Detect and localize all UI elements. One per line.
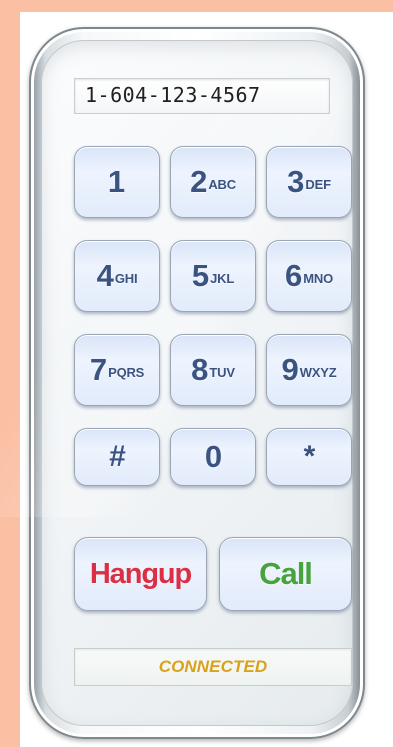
phone-display: 1-604-123-4567 bbox=[74, 78, 330, 114]
key-2[interactable]: 2 ABC bbox=[170, 146, 256, 218]
key-digit: 4 bbox=[96, 258, 114, 293]
key-letters: JKL bbox=[210, 271, 235, 286]
key-letters: PQRS bbox=[108, 365, 145, 380]
key-digit: 7 bbox=[89, 352, 107, 387]
key-4[interactable]: 4 GHI bbox=[74, 240, 160, 312]
key-8[interactable]: 8 TUV bbox=[170, 334, 256, 406]
key-star[interactable]: * bbox=[266, 428, 352, 486]
key-letters: TUV bbox=[209, 365, 235, 380]
hangup-button[interactable]: Hangup bbox=[74, 537, 207, 611]
key-digit: 5 bbox=[191, 258, 209, 293]
hangup-label: Hangup bbox=[89, 557, 192, 590]
key-digit: 2 bbox=[190, 164, 207, 199]
call-button[interactable]: Call bbox=[219, 537, 352, 611]
key-hash[interactable]: # bbox=[74, 428, 160, 486]
key-letters: ABC bbox=[208, 177, 236, 192]
key-7[interactable]: 7 PQRS bbox=[74, 334, 160, 406]
key-letters: DEF bbox=[305, 177, 331, 192]
key-1[interactable]: 1 bbox=[74, 146, 160, 218]
call-label: Call bbox=[259, 556, 313, 591]
key-digit: 1 bbox=[107, 164, 125, 199]
status-text: CONNECTED bbox=[158, 657, 268, 676]
key-9[interactable]: 9 WXYZ bbox=[266, 334, 352, 406]
key-letters: WXYZ bbox=[299, 365, 337, 380]
key-digit: 0 bbox=[204, 439, 222, 474]
key-digit: 8 bbox=[191, 352, 208, 387]
status-display: CONNECTED bbox=[74, 648, 352, 686]
key-digit: * bbox=[303, 440, 316, 473]
key-digit: 9 bbox=[281, 352, 298, 387]
dialed-number: 1-604-123-4567 bbox=[85, 83, 261, 107]
key-digit: # bbox=[109, 440, 126, 473]
key-digit: 3 bbox=[287, 164, 304, 199]
key-3[interactable]: 3 DEF bbox=[266, 146, 352, 218]
key-0[interactable]: 0 bbox=[170, 428, 256, 486]
key-letters: GHI bbox=[114, 271, 138, 286]
key-letters: MNO bbox=[303, 271, 333, 286]
key-6[interactable]: 6 MNO bbox=[266, 240, 352, 312]
key-digit: 6 bbox=[285, 258, 302, 293]
key-5[interactable]: 5 JKL bbox=[170, 240, 256, 312]
